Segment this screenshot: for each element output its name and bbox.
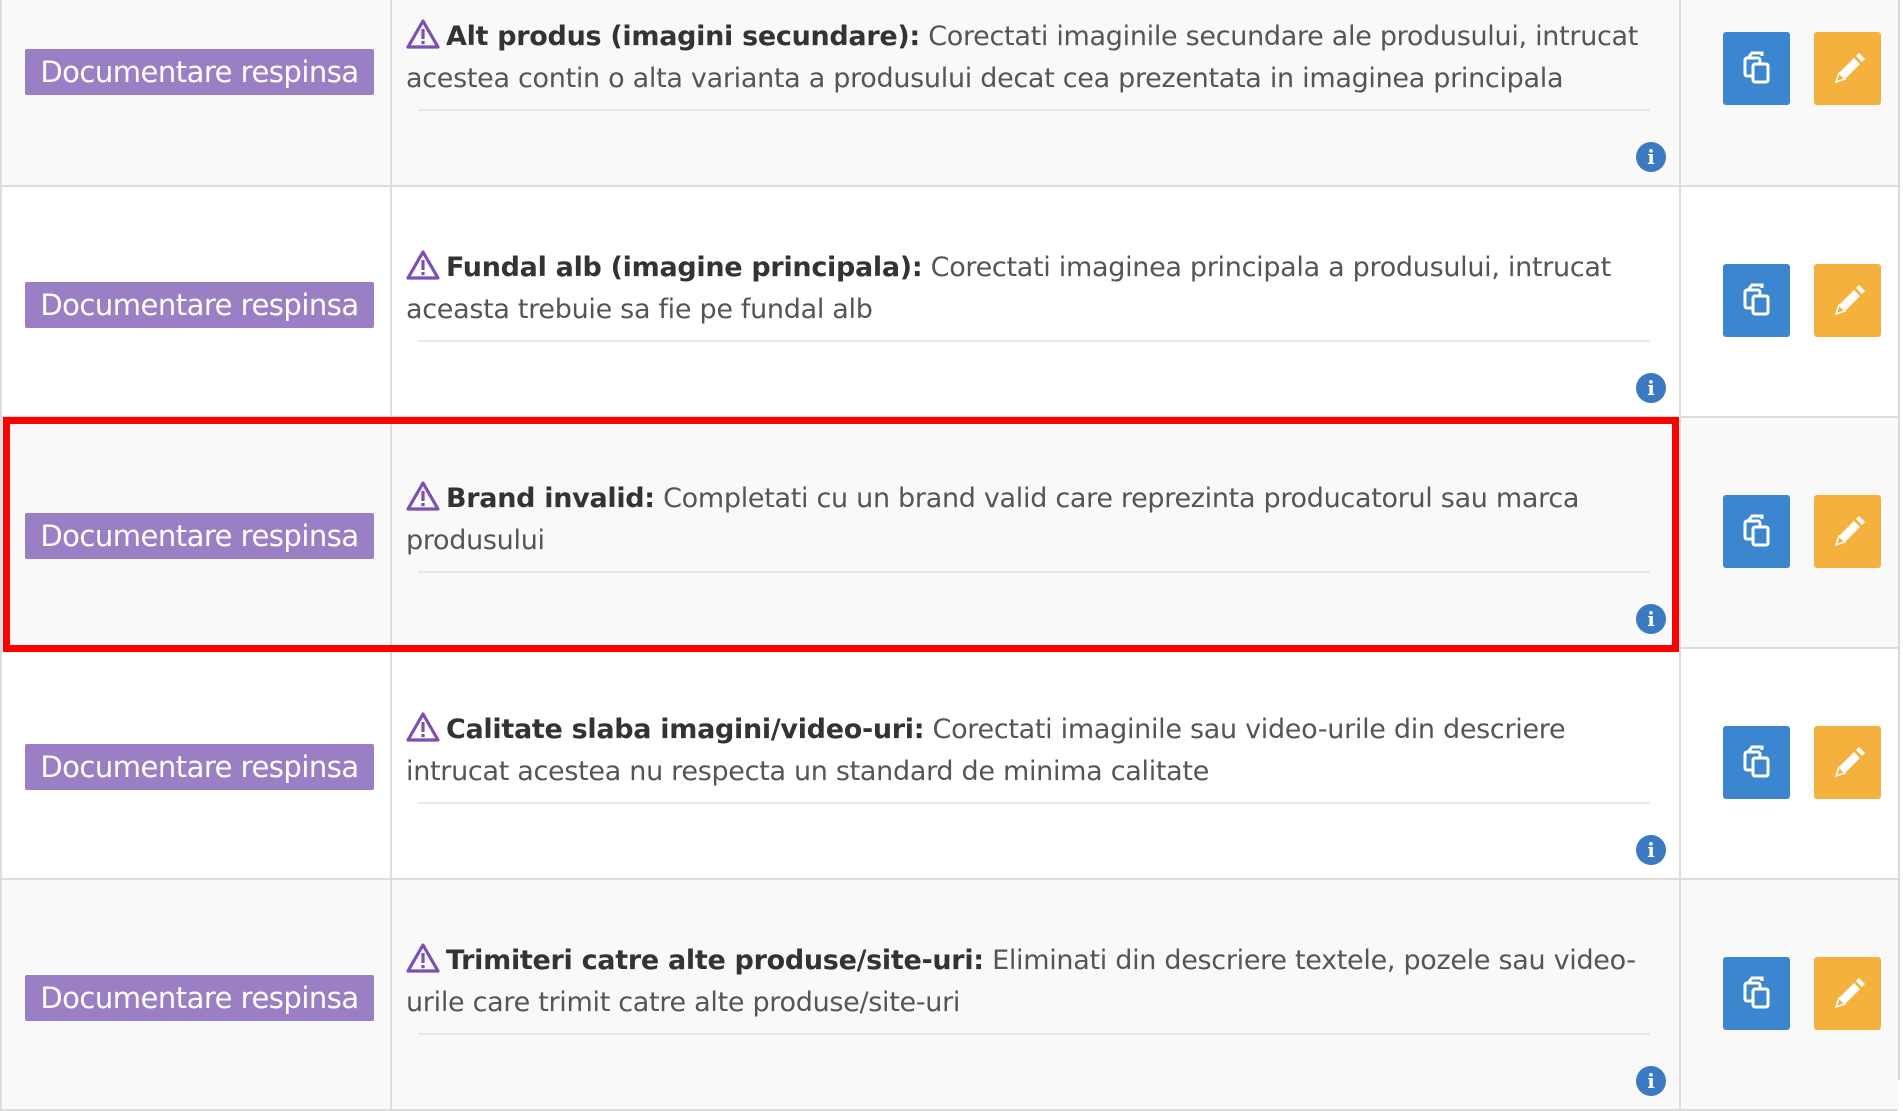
- issue-cell: Trimiteri catre alte produse/site-uri: E…: [392, 880, 1679, 1109]
- divider: [418, 571, 1650, 573]
- copy-button[interactable]: [1723, 957, 1790, 1030]
- issue-cell: Alt produs (imagini secundare): Corectat…: [392, 0, 1679, 185]
- table-row: Documentare respinsa Trimiteri catre alt…: [0, 880, 1898, 1111]
- edit-button[interactable]: [1814, 957, 1881, 1030]
- copy-button[interactable]: [1723, 726, 1790, 799]
- divider: [418, 802, 1650, 804]
- edit-button[interactable]: [1814, 264, 1881, 337]
- actions-cell: [1679, 649, 1898, 878]
- status-badge: Documentare respinsa: [25, 975, 374, 1021]
- edit-button[interactable]: [1814, 495, 1881, 568]
- info-icon[interactable]: i: [1636, 604, 1666, 634]
- divider: [418, 109, 1650, 111]
- status-cell: Documentare respinsa: [0, 187, 392, 416]
- pencil-icon: [1834, 747, 1865, 778]
- copy-button[interactable]: [1723, 32, 1790, 105]
- table-row: Documentare respinsa Calitate slaba imag…: [0, 649, 1898, 880]
- copy-icon: [1743, 514, 1770, 547]
- copy-icon: [1743, 51, 1770, 84]
- status-badge: Documentare respinsa: [25, 513, 374, 559]
- table-row: Documentare respinsa Brand invalid: Comp…: [0, 418, 1898, 649]
- copy-button[interactable]: [1723, 264, 1790, 337]
- info-icon[interactable]: i: [1636, 142, 1666, 172]
- info-icon[interactable]: i: [1636, 835, 1666, 865]
- pencil-icon: [1834, 516, 1865, 547]
- pencil-icon: [1834, 978, 1865, 1009]
- status-cell: Documentare respinsa: [0, 649, 392, 878]
- copy-button[interactable]: [1723, 495, 1790, 568]
- table-row: Documentare respinsa Alt produs (imagini…: [0, 0, 1898, 187]
- issue-title: Alt produs (imagini secundare):: [446, 21, 920, 52]
- warning-icon: [406, 19, 440, 49]
- issue-description: Calitate slaba imagini/video-uri: Corect…: [406, 709, 1661, 793]
- issue-description: Brand invalid: Completati cu un brand va…: [406, 478, 1661, 562]
- issue-cell: Calitate slaba imagini/video-uri: Corect…: [392, 649, 1679, 878]
- actions-cell: [1679, 418, 1898, 647]
- issue-description: Trimiteri catre alte produse/site-uri: E…: [406, 940, 1661, 1024]
- warning-icon: [406, 481, 440, 511]
- actions-cell: [1679, 187, 1898, 416]
- edit-button[interactable]: [1814, 32, 1881, 105]
- issue-title: Calitate slaba imagini/video-uri:: [446, 714, 925, 745]
- copy-icon: [1743, 745, 1770, 778]
- copy-icon: [1743, 976, 1770, 1009]
- warning-icon: [406, 943, 440, 973]
- warning-icon: [406, 712, 440, 742]
- status-cell: Documentare respinsa: [0, 880, 392, 1109]
- issue-title: Trimiteri catre alte produse/site-uri:: [446, 945, 984, 976]
- issue-description: Fundal alb (imagine principala): Corecta…: [406, 247, 1661, 331]
- issues-table: Documentare respinsa Alt produs (imagini…: [0, 0, 1900, 1111]
- status-badge: Documentare respinsa: [25, 744, 374, 790]
- issue-description: Alt produs (imagini secundare): Corectat…: [406, 16, 1661, 100]
- edit-button[interactable]: [1814, 726, 1881, 799]
- pencil-icon: [1834, 53, 1865, 84]
- warning-icon: [406, 250, 440, 280]
- status-badge: Documentare respinsa: [25, 282, 374, 328]
- issue-cell: Fundal alb (imagine principala): Corecta…: [392, 187, 1679, 416]
- pencil-icon: [1834, 285, 1865, 316]
- issue-cell: Brand invalid: Completati cu un brand va…: [392, 418, 1679, 647]
- table-row: Documentare respinsa Fundal alb (imagine…: [0, 187, 1898, 418]
- info-icon[interactable]: i: [1636, 1066, 1666, 1096]
- info-icon[interactable]: i: [1636, 373, 1666, 403]
- divider: [418, 1033, 1650, 1035]
- issue-title: Brand invalid:: [446, 483, 655, 514]
- actions-cell: [1679, 880, 1898, 1109]
- status-cell: Documentare respinsa: [0, 0, 392, 185]
- issue-title: Fundal alb (imagine principala):: [446, 252, 923, 283]
- copy-icon: [1743, 283, 1770, 316]
- status-cell: Documentare respinsa: [0, 418, 392, 647]
- actions-cell: [1679, 0, 1898, 185]
- status-badge: Documentare respinsa: [25, 49, 374, 95]
- divider: [418, 340, 1650, 342]
